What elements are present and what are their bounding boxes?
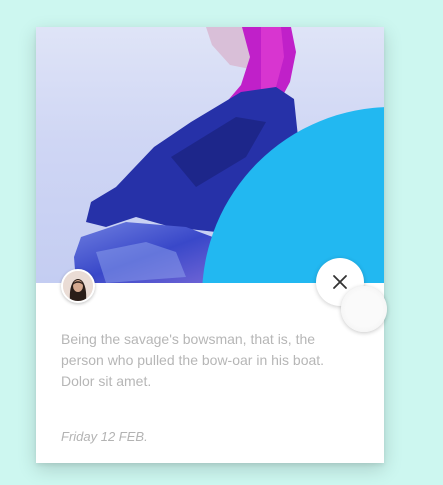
fab-ripple[interactable] — [341, 286, 387, 332]
avatar[interactable] — [61, 269, 95, 303]
card-date: Friday 12 FEB. — [61, 429, 148, 444]
card-body-text: Being the savage's bowsman, that is, the… — [61, 331, 325, 389]
hero-image — [36, 27, 384, 283]
card: Being the savage's bowsman, that is, the… — [36, 27, 384, 463]
close-icon — [333, 275, 347, 289]
avatar-photo — [63, 271, 93, 301]
